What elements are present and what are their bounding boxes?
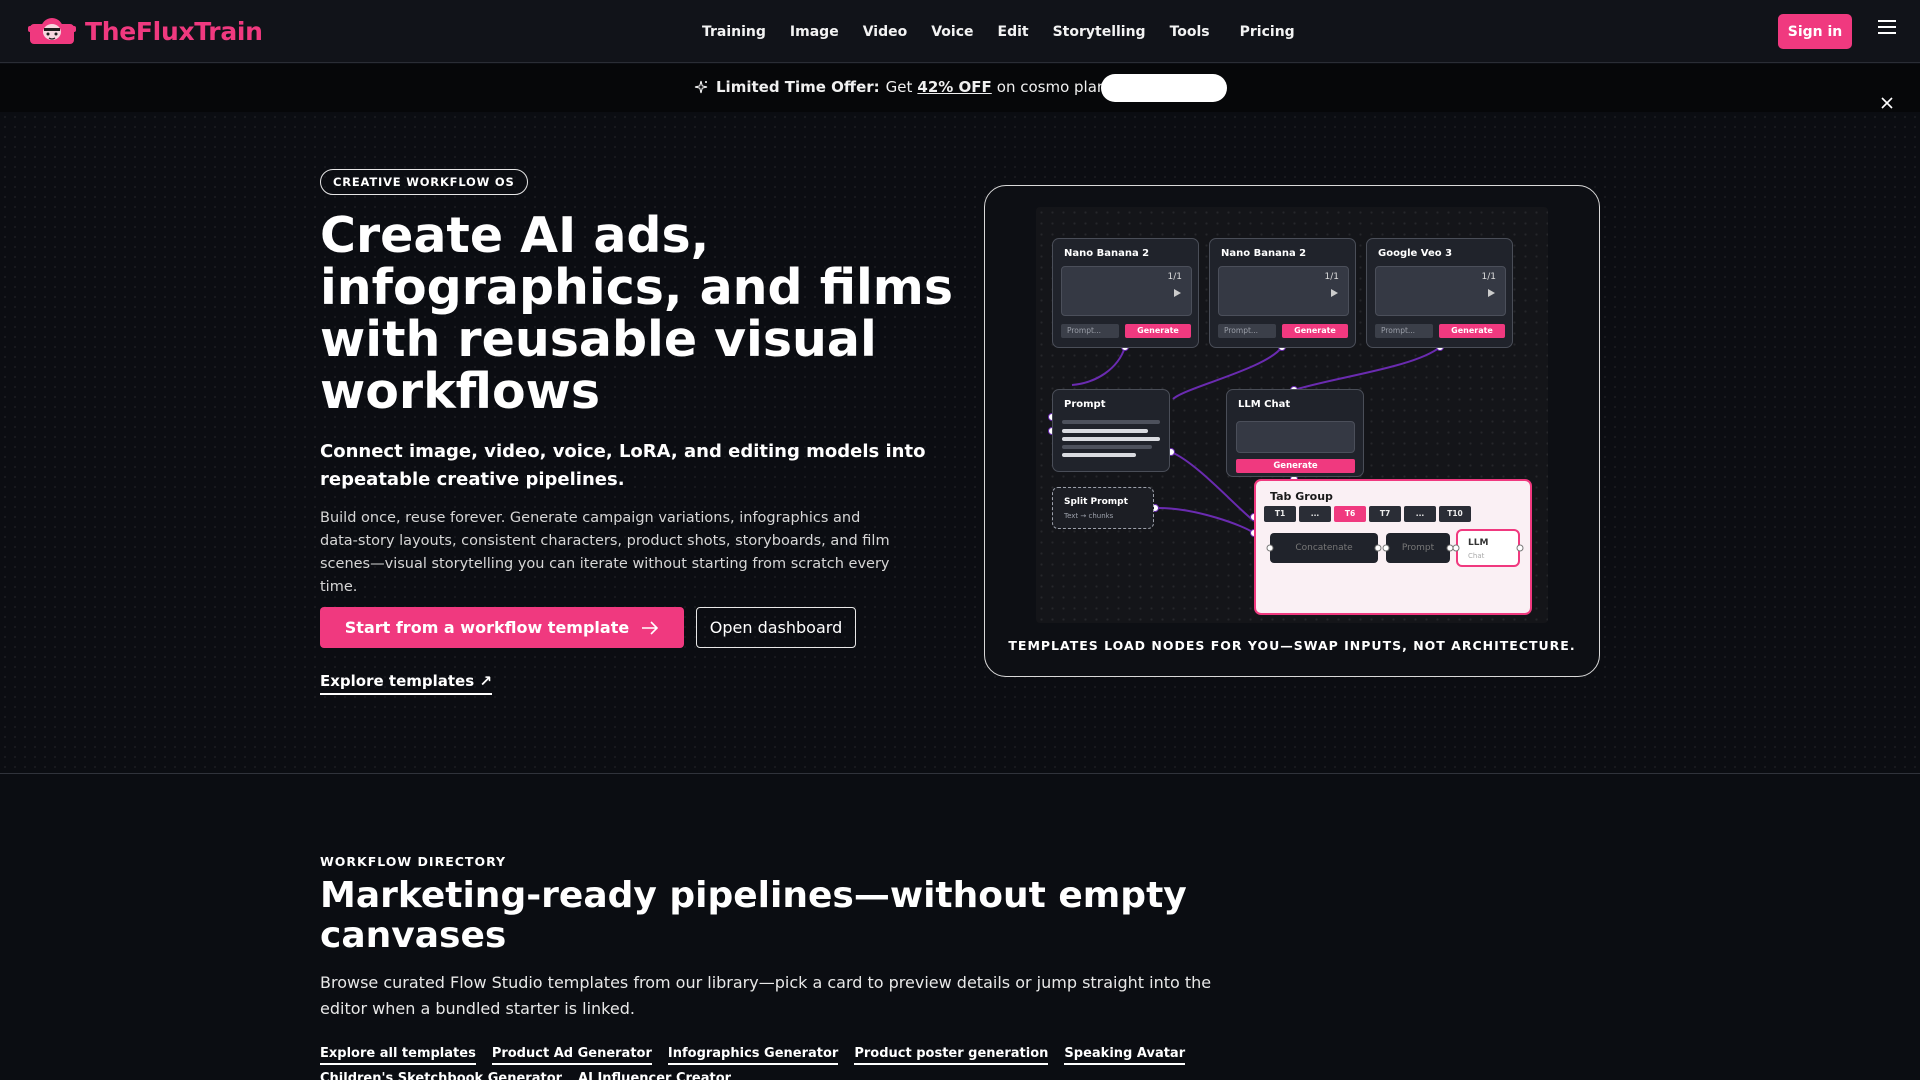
logo-mascot-icon (28, 18, 76, 44)
hero-title: Create AI ads, infographics, and films w… (320, 207, 954, 420)
prompt-node[interactable]: Prompt (1052, 389, 1170, 472)
gen-node-title: Google Veo 3 (1378, 248, 1453, 259)
template-link-influencer[interactable]: AI Influencer Creator (578, 1071, 731, 1080)
directory-description: Browse curated Flow Studio templates fro… (320, 973, 1212, 1018)
template-link-speaking-avatar[interactable]: Speaking Avatar (1064, 1046, 1186, 1065)
prompt-text-lines (1062, 420, 1160, 457)
gen-node-generate-button[interactable]: Generate (1439, 324, 1505, 338)
gen-node-count: 1/1 (1324, 272, 1339, 282)
gen-node-generate-button[interactable]: Generate (1125, 324, 1191, 338)
gen-node-2[interactable]: Nano Banana 2 1/1 Prompt... Generate (1209, 238, 1356, 348)
nav-link-image[interactable]: Image (790, 24, 839, 40)
gen-node-count: 1/1 (1481, 272, 1496, 282)
promo-get: Get (885, 78, 913, 96)
llm-node-title: LLM Chat (1238, 399, 1291, 410)
explore-templates-link[interactable]: Explore templates ↗ (320, 672, 492, 695)
tab-group-node[interactable]: Tab Group T1 ... T6 T7 ... T10 Concatena… (1254, 479, 1532, 615)
gen-node-preview: 1/1 (1061, 266, 1192, 316)
play-icon[interactable] (1331, 289, 1338, 297)
open-dashboard-button[interactable]: Open dashboard (696, 607, 856, 648)
sign-in-button[interactable]: Sign in (1778, 14, 1852, 49)
template-link-product-ad[interactable]: Product Ad Generator (491, 1046, 652, 1065)
play-icon[interactable] (1488, 289, 1495, 297)
gen-node-count: 1/1 (1167, 272, 1182, 282)
directory-title: Marketing-ready pipelines—without empty … (320, 875, 1187, 956)
promo-claim-button[interactable] (1101, 74, 1227, 102)
hero-badge: CREATIVE WORKFLOW OS (320, 169, 528, 195)
nav-link-training[interactable]: Training (702, 24, 766, 40)
nav-link-edit[interactable]: Edit (998, 24, 1029, 40)
start-template-label: Start from a workflow template (344, 618, 630, 637)
gen-node-preview: 1/1 (1218, 266, 1349, 316)
nav-link-storytelling[interactable]: Storytelling (1053, 24, 1146, 40)
top-nav: TheFluxTrain Training Image Video Voice … (0, 0, 1920, 63)
directory-kicker: WORKFLOW DIRECTORY (320, 854, 507, 869)
gen-node-prompt-input[interactable]: Prompt... (1375, 324, 1433, 338)
gen-node-generate-button[interactable]: Generate (1282, 324, 1348, 338)
workflow-caption: TEMPLATES LOAD NODES FOR YOU—SWAP INPUTS… (1008, 638, 1576, 653)
hero-subtitle: Connect image, video, voice, LoRA, and e… (320, 441, 926, 490)
gen-node-title: Nano Banana 2 (1064, 248, 1150, 259)
nav-link-pricing[interactable]: Pricing (1240, 24, 1295, 40)
split-prompt-node[interactable]: Split Prompt Text → chunks (1052, 487, 1154, 529)
promo-discount: 42% OFF (917, 78, 992, 96)
tab-group-ports (1266, 544, 1524, 552)
promo-text: Limited Time Offer: Get 42% OFF on cosmo… (694, 78, 1112, 96)
promo-banner: Limited Time Offer: Get 42% OFF on cosmo… (0, 64, 1920, 112)
hero-section (0, 112, 1920, 774)
template-link-sketchbook[interactable]: Children's Sketchbook Generator (320, 1071, 562, 1080)
gen-node-3[interactable]: Google Veo 3 1/1 Prompt... Generate (1366, 238, 1513, 348)
gen-node-prompt-input[interactable]: Prompt... (1218, 324, 1276, 338)
llm-node-generate-button[interactable]: Generate (1236, 459, 1355, 473)
nav-link-voice[interactable]: Voice (931, 24, 973, 40)
gen-node-1[interactable]: Nano Banana 2 1/1 Prompt... Generate (1052, 238, 1199, 348)
brand-logo[interactable]: TheFluxTrain (28, 16, 263, 46)
split-node-sub: Text → chunks (1064, 512, 1114, 520)
llm-node-input[interactable] (1236, 421, 1355, 453)
template-link-explore-all[interactable]: Explore all templates (320, 1046, 476, 1065)
promo-rest: on cosmo plan! (996, 78, 1113, 96)
prompt-node-title: Prompt (1064, 399, 1106, 410)
nav-links: Training Image Video Voice Edit Storytel… (702, 0, 1319, 63)
promo-lead: Limited Time Offer: (716, 78, 880, 96)
split-node-title: Split Prompt (1064, 497, 1128, 507)
template-link-product-poster[interactable]: Product poster generation (854, 1046, 1049, 1065)
gen-node-preview: 1/1 (1375, 266, 1506, 316)
start-template-button[interactable]: Start from a workflow template (320, 607, 684, 648)
brand-name: TheFluxTrain (85, 16, 263, 46)
directory-links: Explore all templates Product Ad Generat… (320, 1046, 1280, 1080)
nav-link-tools[interactable]: Tools (1170, 24, 1210, 40)
nav-link-video[interactable]: Video (863, 24, 908, 40)
arrow-right-icon (642, 620, 659, 635)
template-link-infographics[interactable]: Infographics Generator (667, 1046, 839, 1065)
gen-node-prompt-input[interactable]: Prompt... (1061, 324, 1119, 338)
play-icon[interactable] (1174, 289, 1181, 297)
hamburger-icon[interactable] (1878, 20, 1896, 34)
gen-node-title: Nano Banana 2 (1221, 248, 1307, 259)
close-icon[interactable] (1880, 96, 1894, 110)
hero-description: Build once, reuse forever. Generate camp… (320, 510, 890, 595)
llm-chat-node[interactable]: LLM Chat Generate (1226, 389, 1364, 477)
sparkle-icon (694, 80, 708, 94)
